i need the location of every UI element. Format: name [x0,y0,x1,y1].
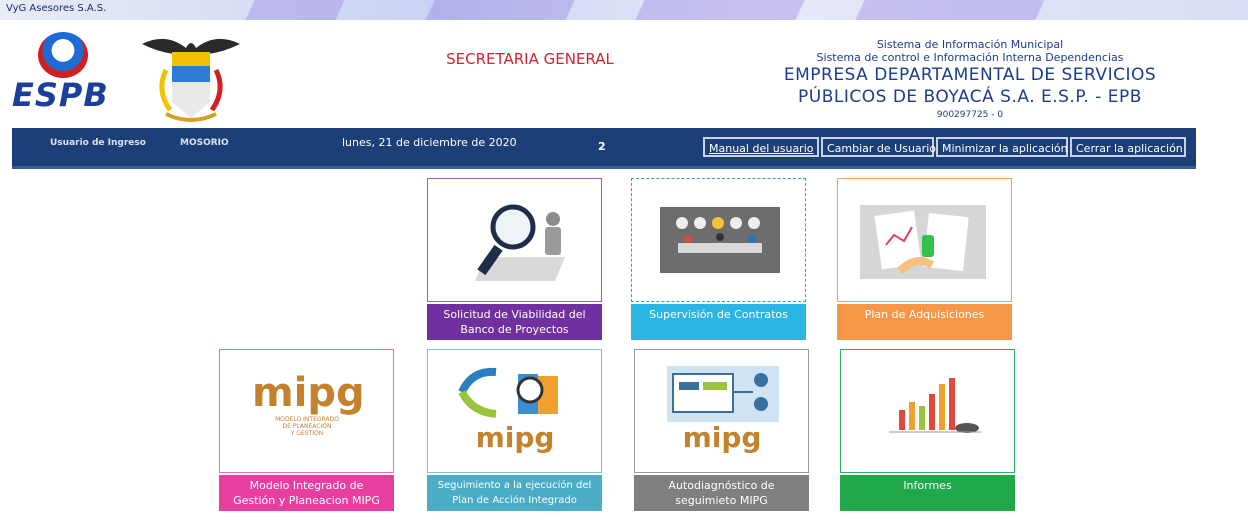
mipg-logo-text: mipg [475,421,555,454]
tile-label-line-1: Supervisión de Contratos [649,308,788,321]
tile-label-line-1: Modelo Integrado de [249,479,364,492]
tile-image-frame: mipg [427,349,602,473]
tile-label: Supervisión de Contratos [631,304,806,340]
tile-modelo-integrado-mipg[interactable]: mipg MODELO INTEGRADO DE PLANEACIÓN Y GE… [219,349,394,511]
tile-label: Modelo Integrado de Gestión y Planeacion… [219,475,394,511]
window-title: VyG Asesores S.A.S. [6,3,107,14]
user-value: MOSORIO [180,138,229,148]
tile-label-line-1: Seguimiento a la ejecución del [437,480,592,491]
reports-icon [860,205,986,279]
close-app-button[interactable]: Cerrar la aplicación [1070,137,1186,157]
espb-logo: ESPB [12,32,132,114]
bar-chart-icon [889,378,981,433]
current-date: lunes, 21 de diciembre de 2020 [342,136,517,149]
session-count: 2 [598,140,606,153]
tile-solicitud-viabilidad[interactable]: Solicitud de Viabilidad del Banco de Pro… [427,178,602,340]
coat-of-arms-icon [142,38,240,122]
tile-label: Autodiagnóstico de seguimieto MIPG [634,475,809,511]
tile-label-line-2: seguimieto MIPG [675,494,768,507]
mipg-logo-subtitle-2: DE PLANEACIÓN [282,423,332,430]
system-line-2: Sistema de control e Información Interna… [816,51,1124,64]
system-line-1: Sistema de Información Municipal [876,38,1064,51]
tile-label: Informes [840,475,1015,511]
espb-logo-text: ESPB [12,76,109,114]
company-header: Sistema de Información Municipal Sistema… [760,38,1180,122]
mipg-logo-text: mipg [682,421,762,454]
tile-image-frame: mipg MODELO INTEGRADO DE PLANEACIÓN Y GE… [219,349,394,473]
decorative-banner-shape [423,0,577,20]
company-name-line-1: EMPRESA DEPARTAMENTAL DE SERVICIOS [783,65,1157,85]
info-bar: Usuario de Ingreso MOSORIO lunes, 21 de … [12,128,1196,169]
tile-label-line-2: Gestión y Planeacion MIPG [233,494,380,507]
tile-label-line-2: Banco de Proyectos [460,323,569,336]
tile-plan-adquisiciones[interactable]: Plan de Adquisiciones [837,178,1012,340]
company-name-line-2: PÚBLICOS DE BOYACÁ S.A. E.S.P. - EPB [798,87,1142,107]
tile-seguimiento-plan-accion[interactable]: mipg Seguimiento a la ejecución del Plan… [427,349,602,511]
tile-image-frame [427,178,602,302]
decorative-banner-shape [243,0,347,20]
tile-label-line-1: Autodiagnóstico de [668,479,775,492]
tile-image-frame [840,349,1015,473]
user-label: Usuario de Ingreso [50,138,146,148]
tile-label: Seguimiento a la ejecución del Plan de A… [427,475,602,511]
decorative-banner-shape [853,0,1047,20]
tile-autodiagnostico-mipg[interactable]: mipg Autodiagnóstico de seguimieto MIPG [634,349,809,511]
company-nit: 900297725 - 0 [936,110,1004,120]
tile-label-line-1: Informes [903,479,952,492]
tile-supervision-contratos[interactable]: Supervisión de Contratos [631,178,806,340]
change-user-button[interactable]: Cambiar de Usuario [821,137,936,157]
tile-label-line-2: Plan de Acción Integrado [452,495,577,506]
tile-image-frame: mipg [634,349,809,473]
section-title: SECRETARIA GENERAL [446,50,614,68]
tile-label: Plan de Adquisiciones [837,304,1012,340]
tile-label-line-1: Solicitud de Viabilidad del [443,308,586,321]
window-titlebar: VyG Asesores S.A.S. [0,0,1248,20]
meeting-icon [660,207,780,273]
tile-image-frame [631,178,806,302]
tile-image-frame [837,178,1012,302]
mipg-logo: mipg MODELO INTEGRADO DE PLANEACIÓN Y GE… [252,370,365,437]
user-manual-button[interactable]: Manual del usuario [703,137,819,157]
diagnostic-screen-icon [667,366,779,422]
decorative-banner-shape [633,0,807,20]
tile-label-line-1: Plan de Adquisiciones [864,308,985,321]
mipg-logo-subtitle-3: Y GESTIÓN [290,430,324,437]
mipg-logo-text: mipg [252,370,365,416]
tile-label: Solicitud de Viabilidad del Banco de Pro… [427,304,602,340]
mipg-logo-subtitle-1: MODELO INTEGRADO [275,416,339,423]
minimize-app-button[interactable]: Minimizar la aplicación [936,137,1068,157]
tile-informes[interactable]: Informes [840,349,1015,511]
folders-magnifier-icon [458,367,558,418]
magnifier-person-icon [475,204,565,281]
espb-logo-mark [38,32,88,78]
